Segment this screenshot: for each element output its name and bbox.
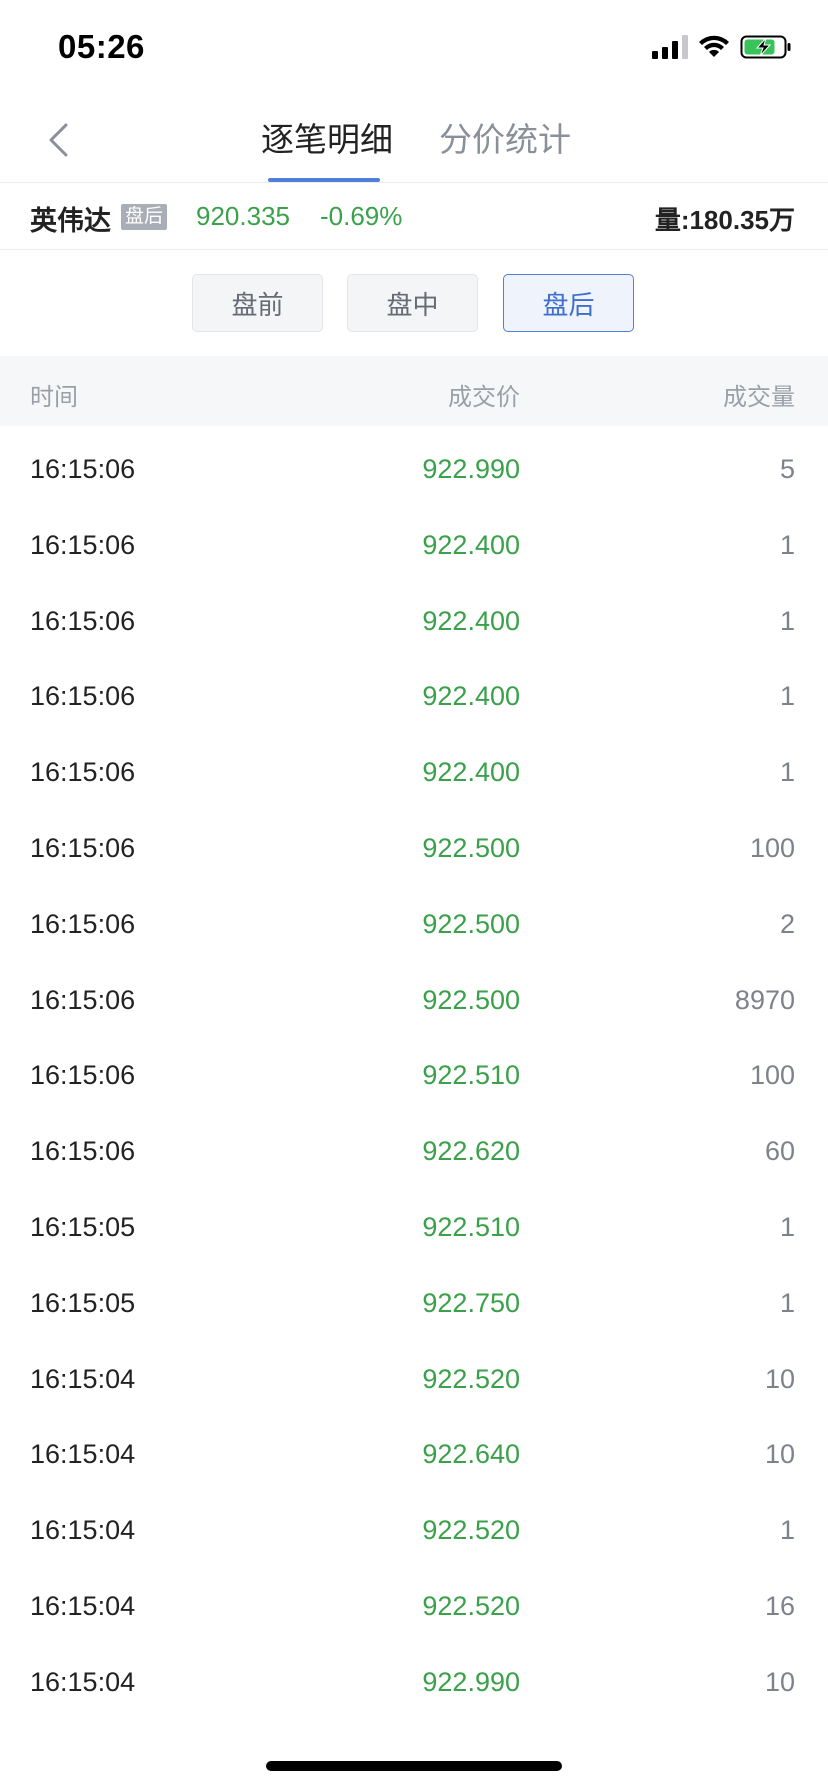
pre-market-button[interactable]: 盘前 — [192, 274, 323, 332]
table-row: 16:15:04 922.520 10 — [0, 1344, 828, 1420]
trade-time: 16:15:04 — [30, 1515, 136, 1546]
trade-volume: 10 — [764, 1363, 795, 1394]
trade-time: 16:15:06 — [30, 832, 136, 863]
column-header-volume: 成交量 — [723, 384, 795, 411]
trade-volume: 1 — [779, 1211, 795, 1242]
table-row: 16:15:05 922.750 1 — [0, 1268, 828, 1344]
trade-time: 16:15:04 — [30, 1363, 136, 1394]
table-row: 16:15:06 922.500 2 — [0, 889, 828, 965]
table-row: 16:15:06 922.400 1 — [0, 661, 828, 737]
nav-bar: 逐笔明细 分价统计 — [0, 100, 828, 183]
trade-time: 16:15:04 — [30, 1666, 136, 1697]
trade-price: 922.750 — [422, 1287, 520, 1318]
table-row: 16:15:06 922.500 100 — [0, 813, 828, 889]
table-row: 16:15:06 922.990 5 — [0, 434, 828, 510]
trade-price: 922.990 — [422, 454, 520, 484]
trade-time: 16:15:05 — [30, 1211, 136, 1242]
table-row: 16:15:05 922.510 1 — [0, 1192, 828, 1268]
active-tab-indicator — [268, 178, 380, 182]
tab-trade-details[interactable]: 逐笔明细 — [261, 120, 393, 160]
trade-time: 16:15:06 — [30, 1060, 136, 1091]
trade-volume: 1 — [779, 529, 795, 560]
table-row: 16:15:06 922.400 1 — [0, 510, 828, 586]
cellular-signal-icon — [652, 35, 688, 59]
table-header: 时间 成交价 成交量 — [0, 356, 828, 426]
trade-time: 16:15:06 — [30, 908, 136, 939]
trade-price: 922.500 — [422, 832, 520, 863]
trade-price: 922.520 — [422, 1515, 520, 1546]
trade-price: 922.510 — [422, 1060, 520, 1091]
table-row: 16:15:04 922.520 16 — [0, 1571, 828, 1647]
trade-price: 922.510 — [422, 1211, 520, 1242]
trade-price: 922.400 — [422, 529, 520, 560]
table-row: 16:15:06 922.400 1 — [0, 586, 828, 662]
table-row: 16:15:04 922.990 10 — [0, 1647, 828, 1723]
trade-volume: 1 — [779, 1515, 795, 1546]
trade-volume: 1 — [779, 681, 795, 712]
stock-price: 920.335 — [196, 201, 290, 231]
trade-list[interactable]: 16:15:06 922.990 5 16:15:06 922.400 1 16… — [0, 434, 828, 1723]
column-header-price: 成交价 — [448, 384, 520, 411]
after-hours-button[interactable]: 盘后 — [503, 274, 634, 332]
trade-volume: 100 — [749, 832, 795, 863]
table-row: 16:15:06 922.400 1 — [0, 737, 828, 813]
status-icons — [652, 34, 792, 60]
trade-volume: 5 — [779, 454, 795, 484]
trade-time: 16:15:04 — [30, 1590, 136, 1621]
status-bar: 05:26 — [0, 0, 828, 100]
trade-time: 16:15:06 — [30, 529, 136, 560]
battery-charging-icon — [740, 35, 791, 59]
table-row: 16:15:06 922.620 60 — [0, 1116, 828, 1192]
trade-time: 16:15:06 — [30, 681, 136, 712]
trade-price: 922.400 — [422, 757, 520, 788]
trade-price: 922.640 — [422, 1439, 520, 1470]
trade-price: 922.520 — [422, 1590, 520, 1621]
trade-volume: 60 — [764, 1136, 795, 1167]
trade-volume: 100 — [749, 1060, 795, 1091]
status-time: 05:26 — [58, 28, 145, 65]
trade-volume: 1 — [779, 1287, 795, 1318]
table-row: 16:15:06 922.500 8970 — [0, 965, 828, 1041]
table-row: 16:15:04 922.520 1 — [0, 1495, 828, 1571]
trade-volume: 10 — [764, 1439, 795, 1470]
trade-time: 16:15:06 — [30, 984, 136, 1015]
trade-volume: 2 — [779, 908, 795, 939]
tab-price-statistics[interactable]: 分价统计 — [439, 120, 571, 160]
trade-price: 922.990 — [422, 1666, 520, 1697]
trade-price: 922.520 — [422, 1363, 520, 1394]
quote-bar: 英伟达 盘后 920.335 -0.69% 量:180.35万 — [0, 183, 828, 250]
trade-time: 16:15:06 — [30, 605, 136, 636]
trade-time: 16:15:04 — [30, 1439, 136, 1470]
trade-volume: 8970 — [734, 984, 795, 1015]
trade-time: 16:15:06 — [30, 757, 136, 788]
trade-time: 16:15:06 — [30, 1136, 136, 1167]
trade-volume: 10 — [764, 1666, 795, 1697]
column-header-time: 时间 — [30, 384, 78, 411]
chevron-left-icon — [49, 123, 68, 157]
trade-price: 922.620 — [422, 1136, 520, 1167]
stock-name: 英伟达 — [30, 206, 111, 236]
trade-time: 16:15:06 — [30, 454, 136, 484]
trade-volume: 1 — [779, 605, 795, 636]
trade-price: 922.500 — [422, 984, 520, 1015]
table-row: 16:15:04 922.640 10 — [0, 1419, 828, 1495]
back-button[interactable] — [38, 118, 78, 162]
stock-change-percent: -0.69% — [320, 201, 403, 231]
wifi-icon — [699, 35, 729, 57]
regular-session-button[interactable]: 盘中 — [347, 274, 478, 332]
session-badge: 盘后 — [121, 204, 168, 230]
trade-price: 922.400 — [422, 605, 520, 636]
table-row: 16:15:06 922.510 100 — [0, 1040, 828, 1116]
trade-time: 16:15:05 — [30, 1287, 136, 1318]
trade-volume: 16 — [764, 1590, 795, 1621]
home-indicator[interactable] — [266, 1761, 562, 1771]
trade-price: 922.400 — [422, 681, 520, 712]
trade-price: 922.500 — [422, 908, 520, 939]
session-filter: 盘前 盘中 盘后 — [0, 250, 828, 356]
trade-volume: 1 — [779, 757, 795, 788]
total-volume: 量:180.35万 — [654, 205, 795, 235]
